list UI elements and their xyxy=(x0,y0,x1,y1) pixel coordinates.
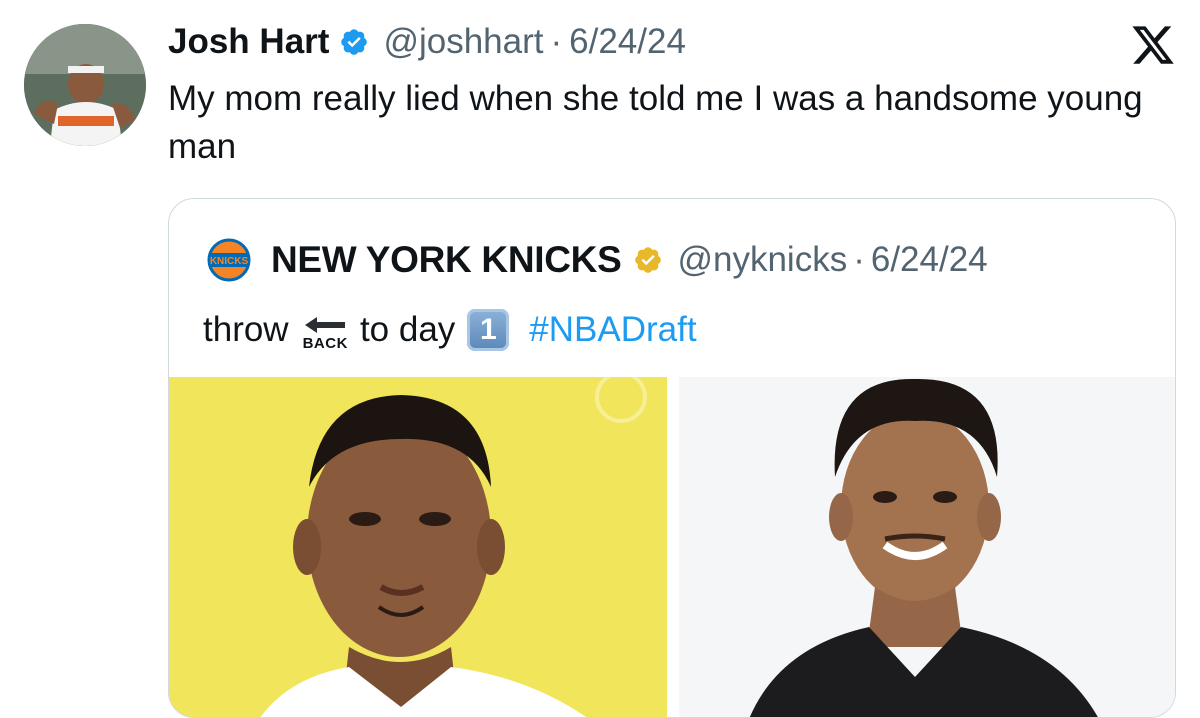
author-display-name[interactable]: Josh Hart xyxy=(168,22,329,62)
tweet-text: My mom really lied when she told me I wa… xyxy=(168,79,1143,166)
media-photo-right[interactable] xyxy=(679,377,1175,717)
media-divider xyxy=(667,377,679,717)
quoted-tweet-header: KNICKS NEW YORK KNICKS @nyknicks · 6/24/… xyxy=(207,237,988,283)
media-photo-left[interactable] xyxy=(169,377,667,717)
hashtag-link[interactable]: #NBADraft xyxy=(529,310,696,350)
verified-badge-icon[interactable] xyxy=(339,27,369,57)
quoted-author-handle[interactable]: @nyknicks xyxy=(677,240,847,280)
author-avatar[interactable] xyxy=(24,24,146,146)
quote-text-before: throw xyxy=(203,310,289,349)
keycap-one-icon: 1 xyxy=(467,309,510,351)
knicks-logo-icon[interactable]: KNICKS xyxy=(207,238,251,282)
quoted-media-grid xyxy=(169,377,1175,717)
player-portrait-image xyxy=(679,377,1175,717)
svg-text:KNICKS: KNICKS xyxy=(210,256,249,267)
tweet-date[interactable]: 6/24/24 xyxy=(569,22,686,62)
back-emoji-label: BACK xyxy=(302,335,348,352)
tweet-header: Josh Hart @joshhart · 6/24/24 xyxy=(168,20,686,64)
x-logo-icon[interactable] xyxy=(1130,22,1176,68)
author-handle[interactable]: @joshhart xyxy=(383,22,543,62)
back-arrow-icon: BACK xyxy=(303,316,348,352)
verified-badge-gold-icon[interactable] xyxy=(633,245,663,275)
player-portrait-image xyxy=(169,377,667,717)
quoted-tweet-date[interactable]: 6/24/24 xyxy=(871,240,988,280)
quoted-tweet-card[interactable]: KNICKS NEW YORK KNICKS @nyknicks · 6/24/… xyxy=(168,198,1176,718)
quoted-tweet-text: throw BACK to day 1 #NBADraft xyxy=(203,305,697,355)
separator-dot: · xyxy=(853,240,865,279)
avatar-photo xyxy=(24,24,146,146)
quote-text-middle: to day xyxy=(359,310,456,349)
quoted-author-display-name[interactable]: NEW YORK KNICKS xyxy=(271,239,622,281)
separator-dot: · xyxy=(550,22,563,61)
